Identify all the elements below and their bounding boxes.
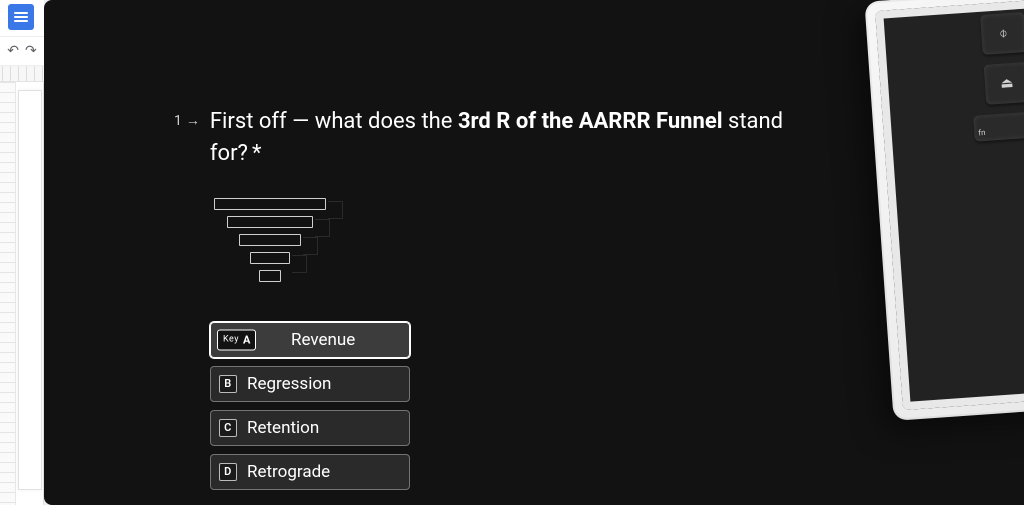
question-text-bold: 3rd R of the AARRR Funnel xyxy=(458,109,723,134)
macbook-key: ⌽ xyxy=(980,12,1024,55)
undo-icon: ↶ xyxy=(7,44,19,58)
key-hint-label: Key xyxy=(223,335,239,345)
macbook-key-label: ⌽ xyxy=(999,25,1009,42)
funnel-bar-3 xyxy=(239,234,301,246)
choice-option[interactable]: B Regression xyxy=(210,366,410,402)
background-docs-strip: ↶ ↷ xyxy=(0,0,44,505)
funnel-bar-5 xyxy=(259,270,281,282)
question-text-prefix: First off — what does the xyxy=(210,109,458,134)
background-toolbar: ↶ ↷ xyxy=(0,36,44,66)
choice-label: Retrograde xyxy=(247,462,399,482)
choice-label: Retention xyxy=(247,418,399,438)
question-block: 1 → First off — what does the 3rd R of t… xyxy=(174,106,824,490)
funnel-illustration xyxy=(210,198,330,282)
choice-option[interactable]: AKey A Revenue xyxy=(210,322,410,358)
redo-icon: ↷ xyxy=(25,44,37,58)
choice-label: Regression xyxy=(247,374,399,394)
arrow-right-icon: → xyxy=(186,112,200,129)
horizontal-ruler xyxy=(0,66,44,82)
key-hint-badge: Key A xyxy=(217,329,256,350)
choice-key-box: D xyxy=(219,463,237,481)
required-mark: * xyxy=(252,141,261,166)
choice-key-box: C xyxy=(219,419,237,437)
macbook-key-label: ⏏ xyxy=(1000,75,1014,92)
question-text: First off — what does the 3rd R of the A… xyxy=(210,106,824,170)
choice-option[interactable]: C Retention xyxy=(210,410,410,446)
key-hint-key: A xyxy=(243,333,250,346)
macbook-key: ⏏ xyxy=(984,62,1024,105)
background-docs-header xyxy=(0,0,44,36)
funnel-bar-4 xyxy=(250,252,290,264)
macbook-key: fn xyxy=(973,112,1024,142)
choice-label: Revenue xyxy=(291,330,399,350)
vertical-ruler xyxy=(0,82,16,505)
typeform-surface: ⌽ ⏏ fn 1 → First off — what does the 3rd R… xyxy=(44,0,1024,505)
choice-option[interactable]: D Retrograde xyxy=(210,454,410,490)
question-number: 1 xyxy=(174,113,182,129)
question-index: 1 → xyxy=(174,112,200,129)
funnel-bar-2 xyxy=(227,216,313,228)
macbook-key-label: fn xyxy=(978,128,986,137)
stage: ↶ ↷ ⌽ ⏏ fn 1 → First off — what does the 3… xyxy=(0,0,1024,505)
macbook-keys: ⌽ ⏏ fn xyxy=(980,12,1024,141)
choice-list: AKey A Revenue B Regression C Retention D Retrog… xyxy=(210,322,410,490)
choice-key-box: B xyxy=(219,375,237,393)
background-page xyxy=(18,90,42,490)
funnel-bar-1 xyxy=(214,198,326,210)
docs-logo-icon xyxy=(8,4,34,30)
